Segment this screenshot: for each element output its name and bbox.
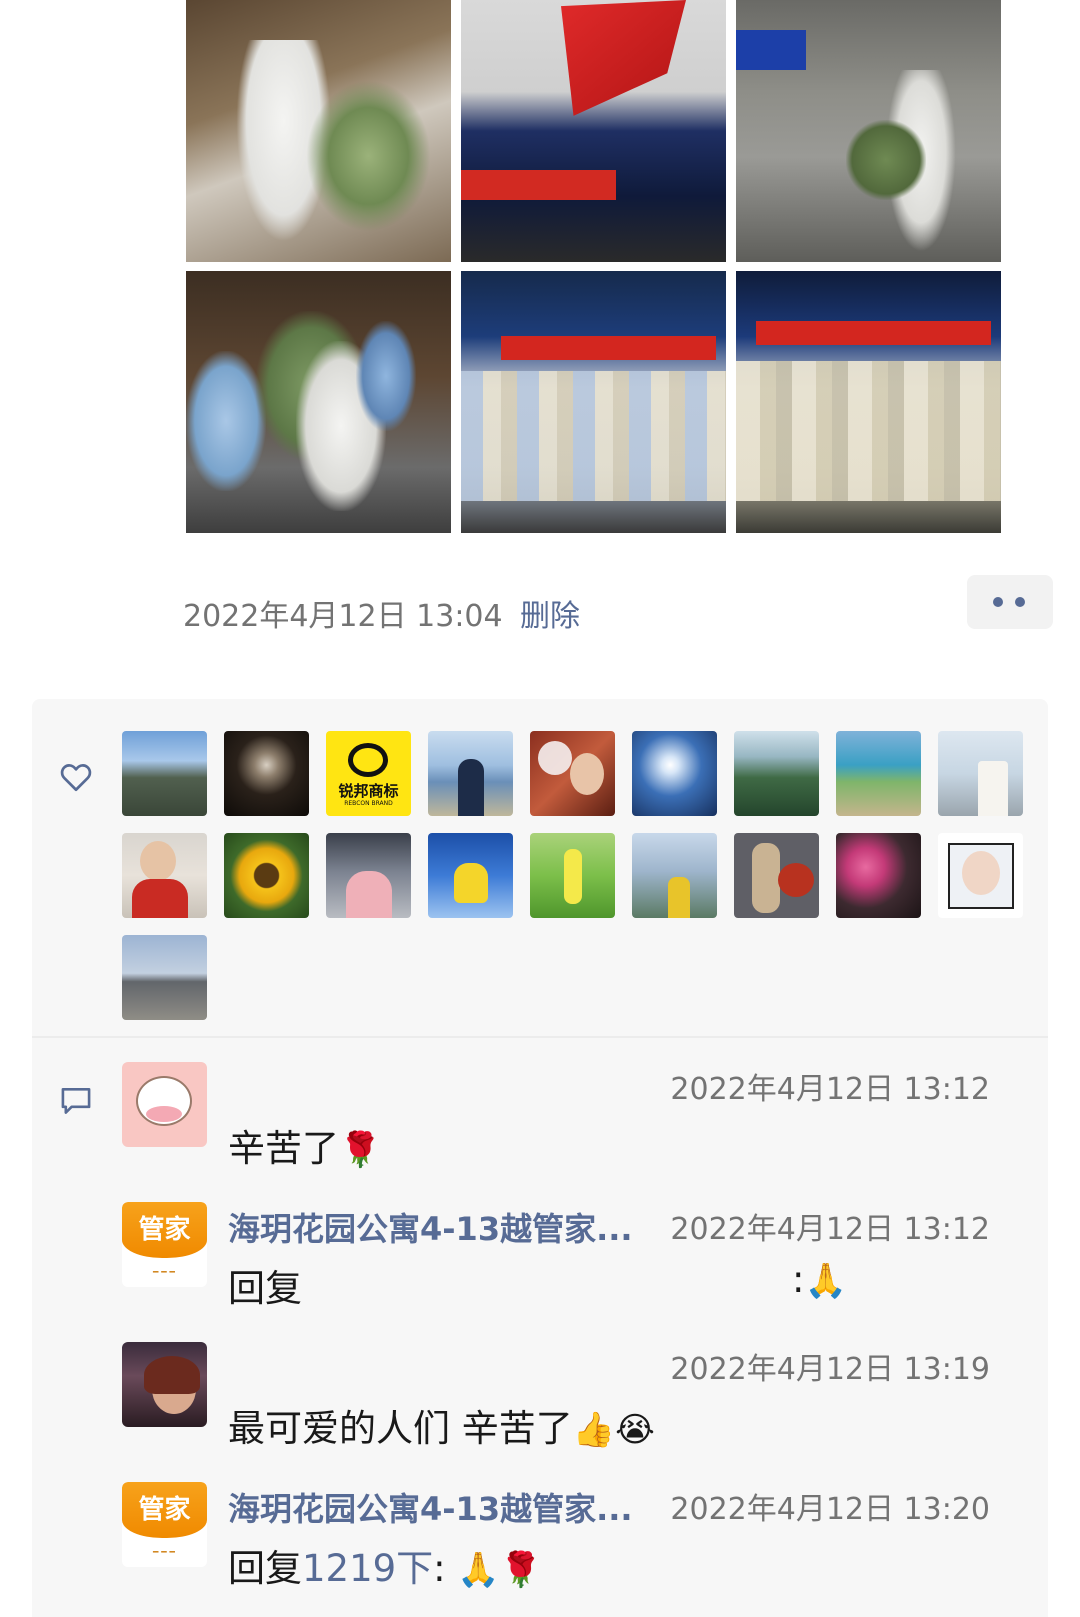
like-avatar-woman-red[interactable]	[122, 833, 207, 918]
like-avatar-mountain-valley[interactable]	[122, 731, 207, 816]
guanjia-avatar-text: 管家	[122, 1482, 207, 1538]
like-avatar-sky-birds[interactable]	[632, 731, 717, 816]
photo-group-left[interactable]	[461, 271, 726, 533]
likes-section: 锐邦商标 REBCON BRAND	[32, 699, 1048, 1036]
like-avatar-windmill[interactable]	[938, 731, 1023, 816]
interaction-panel: 锐邦商标 REBCON BRAND 2022年4月12日 13:12 辛苦了🌹 …	[32, 699, 1048, 1617]
moments-post-detail: 2022年4月12日 13:04 删除 锐邦商标 REBCON BRAND 20…	[0, 0, 1080, 1617]
reply-word: 回复	[228, 1267, 302, 1310]
thumbs-cry-emoji: 👍😭	[572, 1410, 655, 1450]
comment-body: 最可爱的人们 辛苦了	[228, 1407, 573, 1450]
like-avatar-golf[interactable]	[530, 833, 615, 918]
photo-flag-tents[interactable]	[461, 0, 726, 262]
pray-rose-emoji: 🙏🌹	[457, 1550, 543, 1590]
delete-link[interactable]: 删除	[520, 591, 580, 635]
brand-avatar-subtext: REBCON BRAND	[344, 800, 393, 807]
comment-item[interactable]: 2022年4月12日 13:12 辛苦了🌹	[122, 1062, 1022, 1182]
like-avatar-meditation[interactable]	[428, 833, 513, 918]
post-timestamp: 2022年4月12日 13:04	[183, 599, 503, 634]
cartoon-cow-avatar[interactable]	[122, 1062, 207, 1147]
commenter-name[interactable]: 海玥花园公寓4-13越管家...	[228, 1484, 633, 1530]
comment-text: 辛苦了🌹	[228, 1118, 381, 1172]
like-avatar-dark-sculpture[interactable]	[224, 731, 309, 816]
comment-item[interactable]: 管家 ━ ━ ━ 海玥花园公寓4-13越管家... 2022年4月12日 13:…	[122, 1202, 1022, 1322]
comment-text: 回复1219下: 🙏🌹	[228, 1538, 542, 1592]
like-avatar-seaside-man[interactable]	[428, 731, 513, 816]
like-avatar-sunflower[interactable]	[224, 833, 309, 918]
reply-colon: :	[433, 1547, 446, 1590]
comment-item[interactable]: 管家 ━ ━ ━ 海玥花园公寓4-13越管家... 2022年4月12日 13:…	[122, 1482, 1022, 1602]
heart-icon	[60, 764, 92, 792]
commenter-name[interactable]: 海玥花园公寓4-13越管家...	[228, 1204, 633, 1250]
comment-body: 辛苦了	[228, 1127, 339, 1170]
comment-time: 2022年4月12日 13:12	[670, 1212, 990, 1247]
like-avatar-city-woman[interactable]	[632, 833, 717, 918]
comment-text: 回复	[228, 1258, 302, 1312]
like-avatar-karst-hills[interactable]	[734, 731, 819, 816]
like-avatar-palm-beach[interactable]	[836, 731, 921, 816]
comment-time: 2022年4月12日 13:19	[670, 1352, 990, 1387]
comment-suffix: :🙏	[792, 1258, 847, 1301]
photo-grid	[186, 0, 1003, 533]
like-avatar-cartoon-girl[interactable]	[938, 833, 1023, 918]
pray-emoji: 🙏	[804, 1261, 847, 1301]
brand-avatar-text: 锐邦商标	[338, 782, 399, 800]
more-dot-icon	[993, 597, 1003, 607]
photo-lobby-delivery[interactable]	[186, 271, 451, 533]
guanjia-logo-mark: ━ ━ ━	[153, 1548, 175, 1558]
like-avatar-grid: 锐邦商标 REBCON BRAND	[122, 731, 1042, 1020]
more-dot-icon	[1015, 597, 1025, 607]
reply-target-name[interactable]: 1219下	[302, 1547, 433, 1590]
photo-group-right[interactable]	[736, 271, 1001, 533]
comment-time: 2022年4月12日 13:12	[670, 1072, 990, 1107]
reply-word: 回复	[228, 1547, 302, 1590]
rose-emoji: 🌹	[339, 1130, 382, 1170]
guanjia-logo-avatar[interactable]: 管家 ━ ━ ━	[122, 1482, 207, 1567]
like-avatar-woman-bubble[interactable]	[530, 731, 615, 816]
post-meta-row: 2022年4月12日 13:04 删除	[183, 575, 1053, 635]
like-avatar-pink-sweater[interactable]	[326, 833, 411, 918]
photo-street-carry[interactable]	[736, 0, 1001, 262]
comment-icon	[61, 1088, 91, 1114]
comment-text: 最可爱的人们 辛苦了👍😭	[228, 1398, 655, 1452]
comment-item[interactable]: 2022年4月12日 13:19 最可爱的人们 辛苦了👍😭	[122, 1342, 1022, 1462]
like-avatar-girl-roses[interactable]	[734, 833, 819, 918]
photo-volunteer-cart[interactable]	[186, 0, 451, 262]
guanjia-avatar-text: 管家	[122, 1202, 207, 1258]
likes-comments-divider	[32, 1036, 1048, 1038]
woman-night-avatar[interactable]	[122, 1342, 207, 1427]
like-avatar-magnolia[interactable]	[836, 833, 921, 918]
reply-colon: :	[792, 1258, 805, 1301]
guanjia-logo-mark: ━ ━ ━	[153, 1268, 175, 1278]
guanjia-logo-avatar[interactable]: 管家 ━ ━ ━	[122, 1202, 207, 1287]
like-avatar-rock-beach[interactable]	[122, 935, 207, 1020]
comment-time: 2022年4月12日 13:20	[670, 1492, 990, 1527]
like-avatar-brand-logo[interactable]: 锐邦商标 REBCON BRAND	[326, 731, 411, 816]
more-actions-button[interactable]	[967, 575, 1053, 629]
